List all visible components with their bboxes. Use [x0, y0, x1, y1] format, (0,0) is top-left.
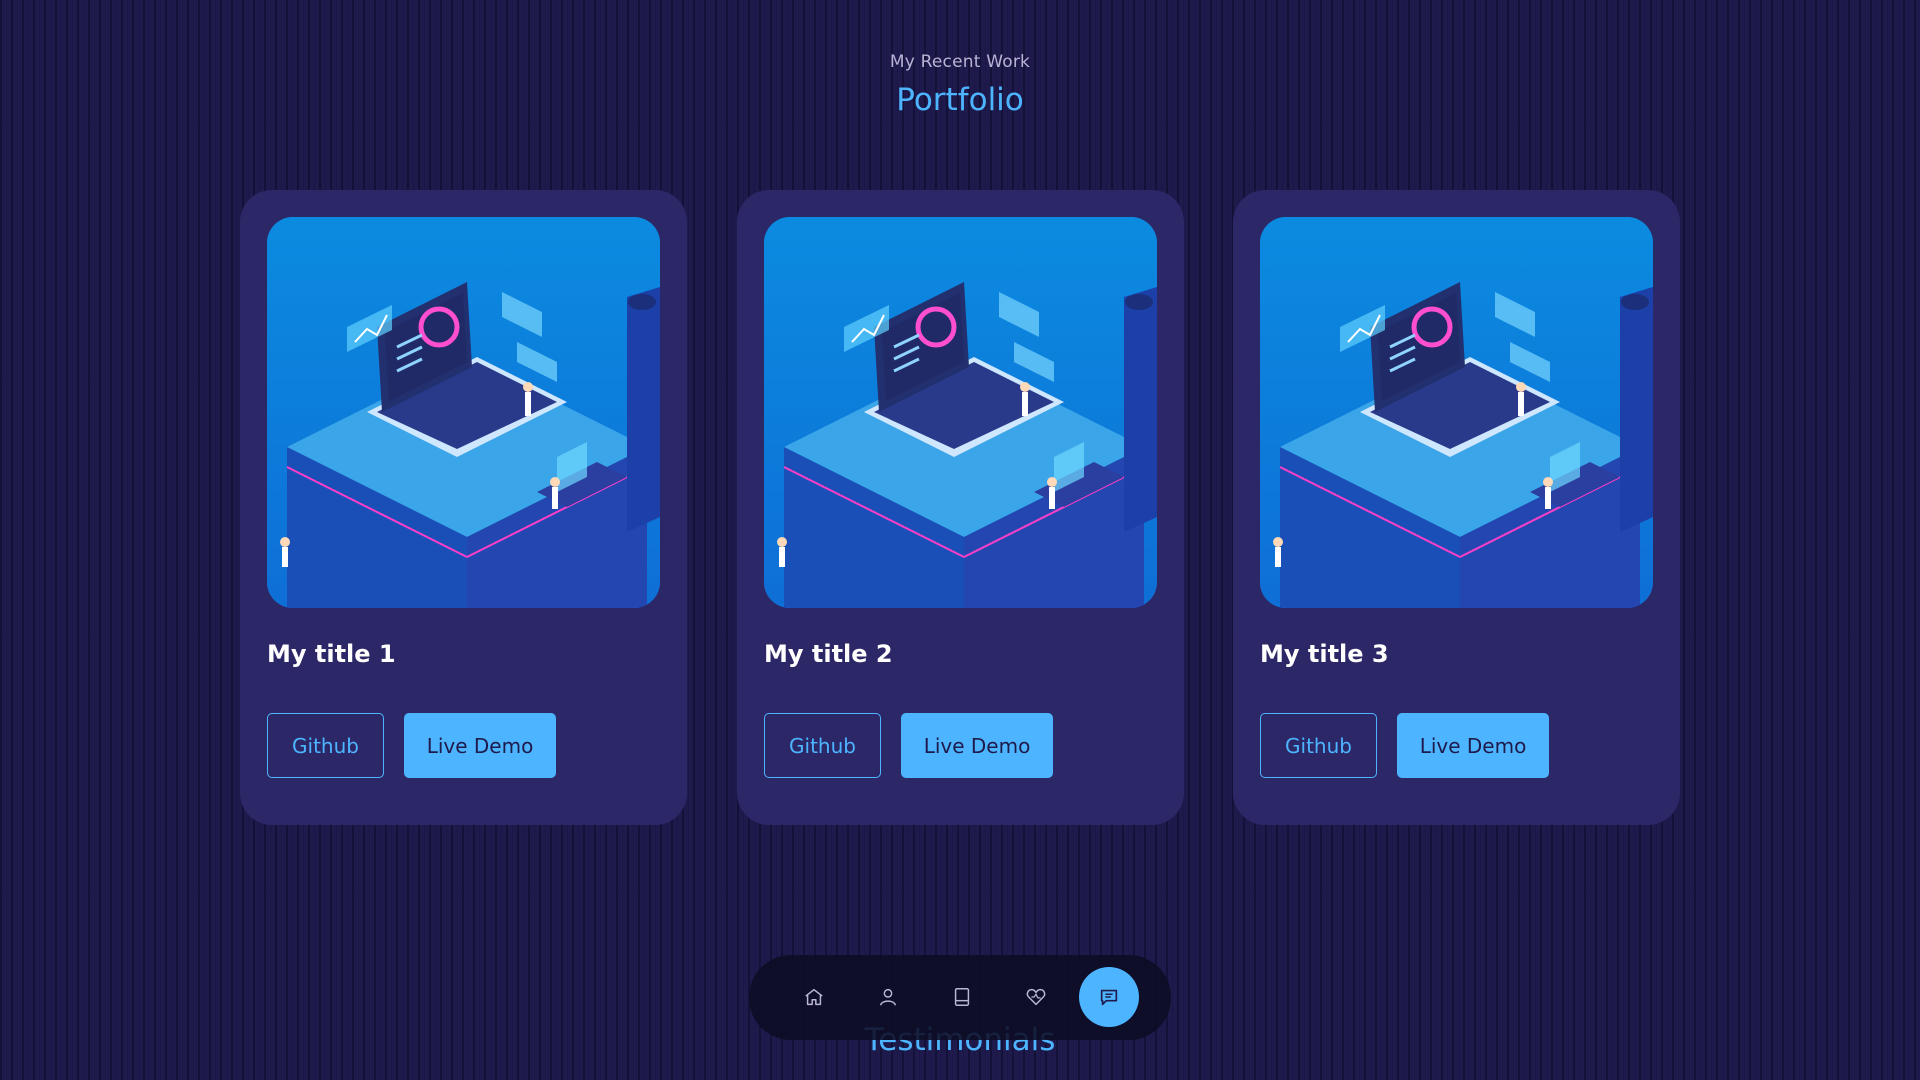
project-thumbnail — [764, 217, 1157, 608]
portfolio-grid: My title 1 Github Live Demo My title 2 G… — [240, 190, 1680, 825]
portfolio-card: My title 3 Github Live Demo — [1233, 190, 1680, 825]
floating-nav-bar — [749, 955, 1171, 1040]
live-demo-button[interactable]: Live Demo — [404, 713, 556, 778]
github-button[interactable]: Github — [764, 713, 881, 778]
project-title: My title 2 — [764, 640, 893, 668]
nav-home-button[interactable] — [784, 967, 844, 1027]
github-button[interactable]: Github — [1260, 713, 1377, 778]
isometric-laptop-illustration — [1260, 217, 1653, 608]
project-thumbnail — [1260, 217, 1653, 608]
live-demo-button[interactable]: Live Demo — [901, 713, 1053, 778]
project-title: My title 3 — [1260, 640, 1389, 668]
message-icon — [1100, 989, 1118, 1006]
isometric-laptop-illustration — [267, 217, 660, 608]
book-icon — [954, 988, 970, 1006]
nav-experience-button[interactable] — [932, 967, 992, 1027]
isometric-laptop-illustration — [764, 217, 1157, 608]
live-demo-button[interactable]: Live Demo — [1397, 713, 1549, 778]
section-title: Portfolio — [896, 82, 1024, 118]
project-thumbnail — [267, 217, 660, 608]
section-subtitle: My Recent Work — [889, 52, 1031, 72]
portfolio-section-header: My Recent Work Portfolio — [0, 52, 1920, 118]
portfolio-card: My title 1 Github Live Demo — [240, 190, 687, 825]
project-title: My title 1 — [267, 640, 396, 668]
github-button[interactable]: Github — [267, 713, 384, 778]
nav-contact-button[interactable] — [1079, 967, 1139, 1027]
nav-services-button[interactable] — [1006, 967, 1066, 1027]
user-icon — [879, 988, 897, 1006]
portfolio-card: My title 2 Github Live Demo — [737, 190, 1184, 825]
services-icon — [1026, 988, 1046, 1006]
home-icon — [805, 988, 823, 1006]
nav-about-button[interactable] — [858, 967, 918, 1027]
